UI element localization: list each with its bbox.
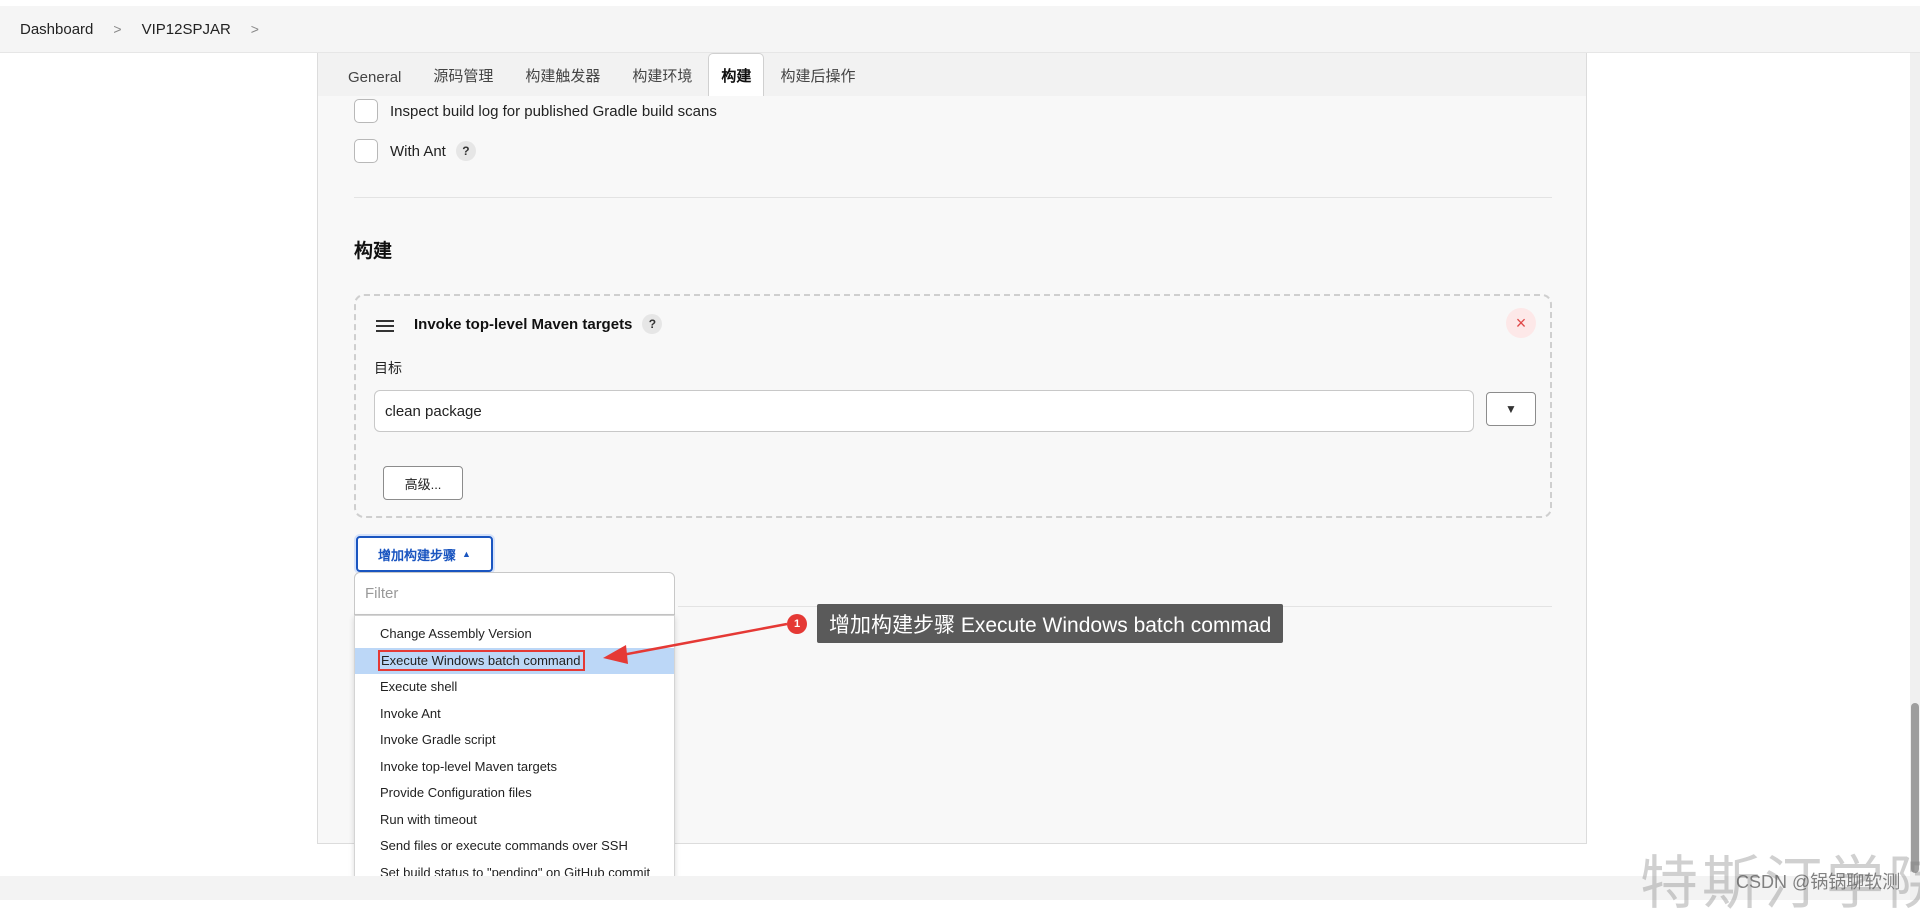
menu-item-provide-config-files[interactable]: Provide Configuration files — [355, 780, 674, 807]
delete-step-icon[interactable]: × — [1506, 308, 1536, 338]
gradle-scan-option: Inspect build log for published Gradle b… — [354, 99, 717, 123]
chevron-right-icon[interactable]: > — [251, 21, 259, 37]
tab-scm[interactable]: 源码管理 — [417, 53, 509, 96]
config-panel: General 源码管理 构建触发器 构建环境 构建 构建后操作 Inspect… — [317, 53, 1587, 844]
menu-item-label: Execute Windows batch command — [380, 652, 583, 669]
section-divider — [354, 197, 1552, 198]
menu-item-invoke-ant[interactable]: Invoke Ant — [355, 701, 674, 728]
with-ant-option: With Ant ? — [354, 139, 476, 163]
tab-build-triggers[interactable]: 构建触发器 — [509, 53, 616, 96]
menu-item-invoke-gradle[interactable]: Invoke Gradle script — [355, 727, 674, 754]
menu-item-invoke-maven[interactable]: Invoke top-level Maven targets — [355, 754, 674, 781]
watermark-credit: CSDN @锅锅聊软测 — [1736, 868, 1900, 894]
footer-strip — [0, 876, 1910, 900]
gradle-scan-checkbox[interactable] — [354, 99, 378, 123]
build-step-card: Invoke top-level Maven targets ? × 目标 cl… — [354, 294, 1552, 518]
gradle-scan-label: Inspect build log for published Gradle b… — [390, 103, 717, 120]
breadcrumb-job[interactable]: VIP12SPJAR — [142, 21, 231, 38]
annotation-callout: 增加构建步骤 Execute Windows batch commad — [817, 604, 1283, 643]
expand-input-button[interactable]: ▼ — [1486, 392, 1536, 426]
tab-general[interactable]: General — [332, 53, 417, 96]
tab-post-build[interactable]: 构建后操作 — [764, 53, 871, 96]
config-tabs: General 源码管理 构建触发器 构建环境 构建 构建后操作 — [318, 53, 1586, 96]
chevron-right-icon: > — [113, 21, 121, 37]
annotation-badge: 1 — [787, 614, 807, 634]
help-icon[interactable]: ? — [456, 141, 476, 161]
tab-build[interactable]: 构建 — [708, 53, 764, 96]
section-title: 构建 — [354, 236, 392, 263]
goals-input[interactable]: clean package — [374, 390, 1474, 432]
goals-label: 目标 — [374, 358, 402, 378]
menu-item-send-files-ssh[interactable]: Send files or execute commands over SSH — [355, 833, 674, 860]
with-ant-label: With Ant — [390, 143, 446, 160]
add-build-step-label: 增加构建步骤 — [378, 545, 456, 564]
breadcrumb: Dashboard > VIP12SPJAR > — [0, 6, 1920, 53]
build-step-menu: Change Assembly Version Execute Windows … — [354, 615, 675, 886]
tab-build-environment[interactable]: 构建环境 — [616, 53, 708, 96]
menu-item-run-with-timeout[interactable]: Run with timeout — [355, 807, 674, 834]
menu-item-execute-windows-batch[interactable]: Execute Windows batch command — [355, 648, 674, 675]
help-icon[interactable]: ? — [642, 314, 662, 334]
drag-handle-icon[interactable] — [376, 320, 394, 332]
caret-up-icon: ▲ — [462, 549, 471, 559]
with-ant-checkbox[interactable] — [354, 139, 378, 163]
breadcrumb-dashboard[interactable]: Dashboard — [20, 21, 93, 38]
advanced-button[interactable]: 高级... — [383, 466, 463, 500]
build-step-title-text: Invoke top-level Maven targets — [414, 316, 632, 333]
build-step-title: Invoke top-level Maven targets ? — [414, 314, 662, 334]
filter-input[interactable]: Filter — [354, 572, 675, 615]
add-build-step-button[interactable]: 增加构建步骤 ▲ — [356, 536, 493, 572]
menu-item-change-assembly-version[interactable]: Change Assembly Version — [355, 621, 674, 648]
menu-item-execute-shell[interactable]: Execute shell — [355, 674, 674, 701]
